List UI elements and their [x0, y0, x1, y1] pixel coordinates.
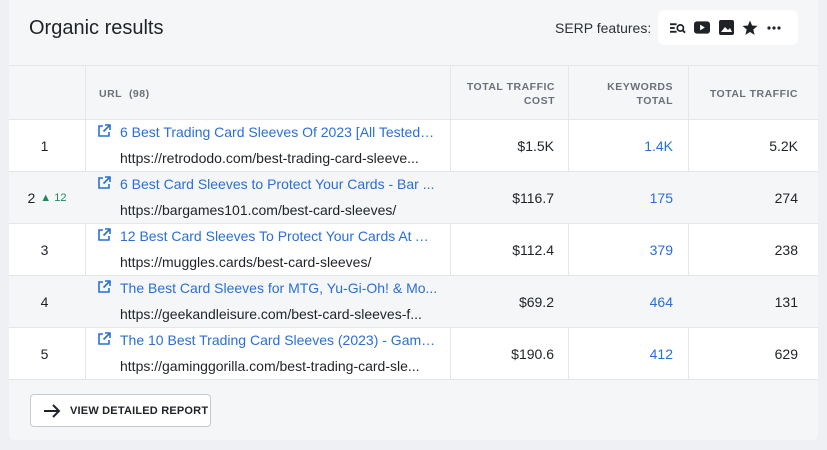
video-icon[interactable] [694, 20, 710, 36]
url-cell: 12 Best Card Sleeves To Protect Your Car… [86, 224, 450, 276]
external-link-icon[interactable] [97, 280, 111, 294]
rank-cell: 1 [40, 138, 49, 154]
traffic-cost-value: $190.6 [511, 346, 554, 362]
total-traffic-value: 274 [774, 190, 798, 206]
total-traffic-value: 629 [774, 346, 798, 362]
serp-features-label: SERP features: [555, 20, 652, 36]
organic-results-table: URL (98) TOTAL TRAFFIC COST KEYWORDS TOTAL… [9, 65, 818, 380]
rank-change: ▲ 12 [40, 192, 67, 204]
keywords-link[interactable]: 175 [568, 172, 688, 224]
result-url: https://muggles.cards/best-card-sleeves/ [120, 254, 372, 270]
keywords-link[interactable]: 412 [568, 328, 688, 380]
table-row: 5 The 10 Best Trading Card Sleeves (2023… [9, 328, 818, 380]
result-title-link[interactable]: The 10 Best Trading Card Sleeves (2023) … [120, 332, 438, 348]
url-count: (98) [128, 87, 150, 100]
star-icon[interactable] [742, 19, 758, 36]
total-traffic-value: 238 [774, 242, 798, 258]
result-title-link[interactable]: 6 Best Trading Card Sleeves Of 2023 [All… [120, 124, 438, 140]
traffic-cost-value: $1.5K [517, 138, 554, 154]
section-title: Organic results [29, 17, 164, 39]
table-row: 2 ▲ 12 6 Best Card Sleeves to Protect You… [9, 172, 818, 224]
rank-cell: 5 [40, 346, 49, 362]
arrow-right-icon [42, 401, 62, 421]
organic-results-card: Organic results SERP features: URL (98) … [9, 0, 818, 440]
url-cell: The Best Card Sleeves for MTG, Yu-Gi-Oh!… [86, 276, 450, 328]
rank-cell: 3 [40, 242, 49, 258]
traffic-cost-value: $69.2 [518, 294, 554, 310]
url-cell: The 10 Best Trading Card Sleeves (2023) … [86, 328, 450, 380]
table-row: 1 6 Best Trading Card Sleeves Of 2023 [A… [9, 120, 818, 172]
table-row: 4 The Best Card Sleeves for MTG, Yu-Gi-O… [9, 276, 818, 328]
url-cell: 6 Best Trading Card Sleeves Of 2023 [All… [86, 120, 450, 172]
column-traffic-cost[interactable]: TOTAL TRAFFIC COST [450, 66, 568, 121]
view-detailed-report-button[interactable]: VIEW DETAILED REPORT [30, 394, 211, 427]
view-detailed-report-label: VIEW DETAILED REPORT [70, 404, 209, 417]
keywords-link[interactable]: 379 [568, 224, 688, 276]
external-link-icon[interactable] [97, 176, 111, 190]
table-header: URL (98) TOTAL TRAFFIC COST KEYWORDS TOTAL… [9, 65, 818, 120]
result-url: https://bargames101.com/best-card-sleeve… [120, 202, 397, 218]
total-traffic-value: 131 [774, 294, 798, 310]
result-title-link[interactable]: 6 Best Card Sleeves to Protect Your Card… [120, 176, 438, 192]
total-traffic-value: 5.2K [769, 138, 798, 154]
rank-cell: 4 [40, 294, 49, 310]
result-title-link[interactable]: The Best Card Sleeves for MTG, Yu-Gi-Oh!… [120, 280, 438, 296]
keywords-link[interactable]: 464 [568, 276, 688, 328]
column-url[interactable]: URL (98) [86, 66, 450, 121]
table-row: 3 12 Best Card Sleeves To Protect Your C… [9, 224, 818, 276]
traffic-cost-value: $112.4 [512, 242, 554, 258]
rank-cell: 2 ▲ 12 [27, 190, 67, 206]
result-url: https://geekandleisure.com/best-card-sle… [120, 306, 422, 322]
list-search-icon[interactable] [670, 20, 686, 36]
external-link-icon[interactable] [97, 124, 111, 138]
result-title-link[interactable]: 12 Best Card Sleeves To Protect Your Car… [120, 228, 438, 244]
traffic-cost-value: $116.7 [512, 190, 554, 206]
url-cell: 6 Best Card Sleeves to Protect Your Card… [86, 172, 450, 224]
serp-features-icons [658, 10, 798, 45]
keywords-link[interactable]: 1.4K [568, 120, 688, 172]
external-link-icon[interactable] [97, 228, 111, 242]
column-keywords-total[interactable]: KEYWORDS TOTAL [568, 66, 688, 121]
result-url: https://gaminggorilla.com/best-trading-c… [120, 358, 420, 374]
more-icon[interactable] [766, 20, 782, 36]
result-url: https://retrododo.com/best-trading-card-… [120, 150, 419, 166]
external-link-icon[interactable] [97, 332, 111, 346]
column-total-traffic[interactable]: TOTAL TRAFFIC [688, 66, 818, 121]
image-icon[interactable] [718, 20, 734, 36]
